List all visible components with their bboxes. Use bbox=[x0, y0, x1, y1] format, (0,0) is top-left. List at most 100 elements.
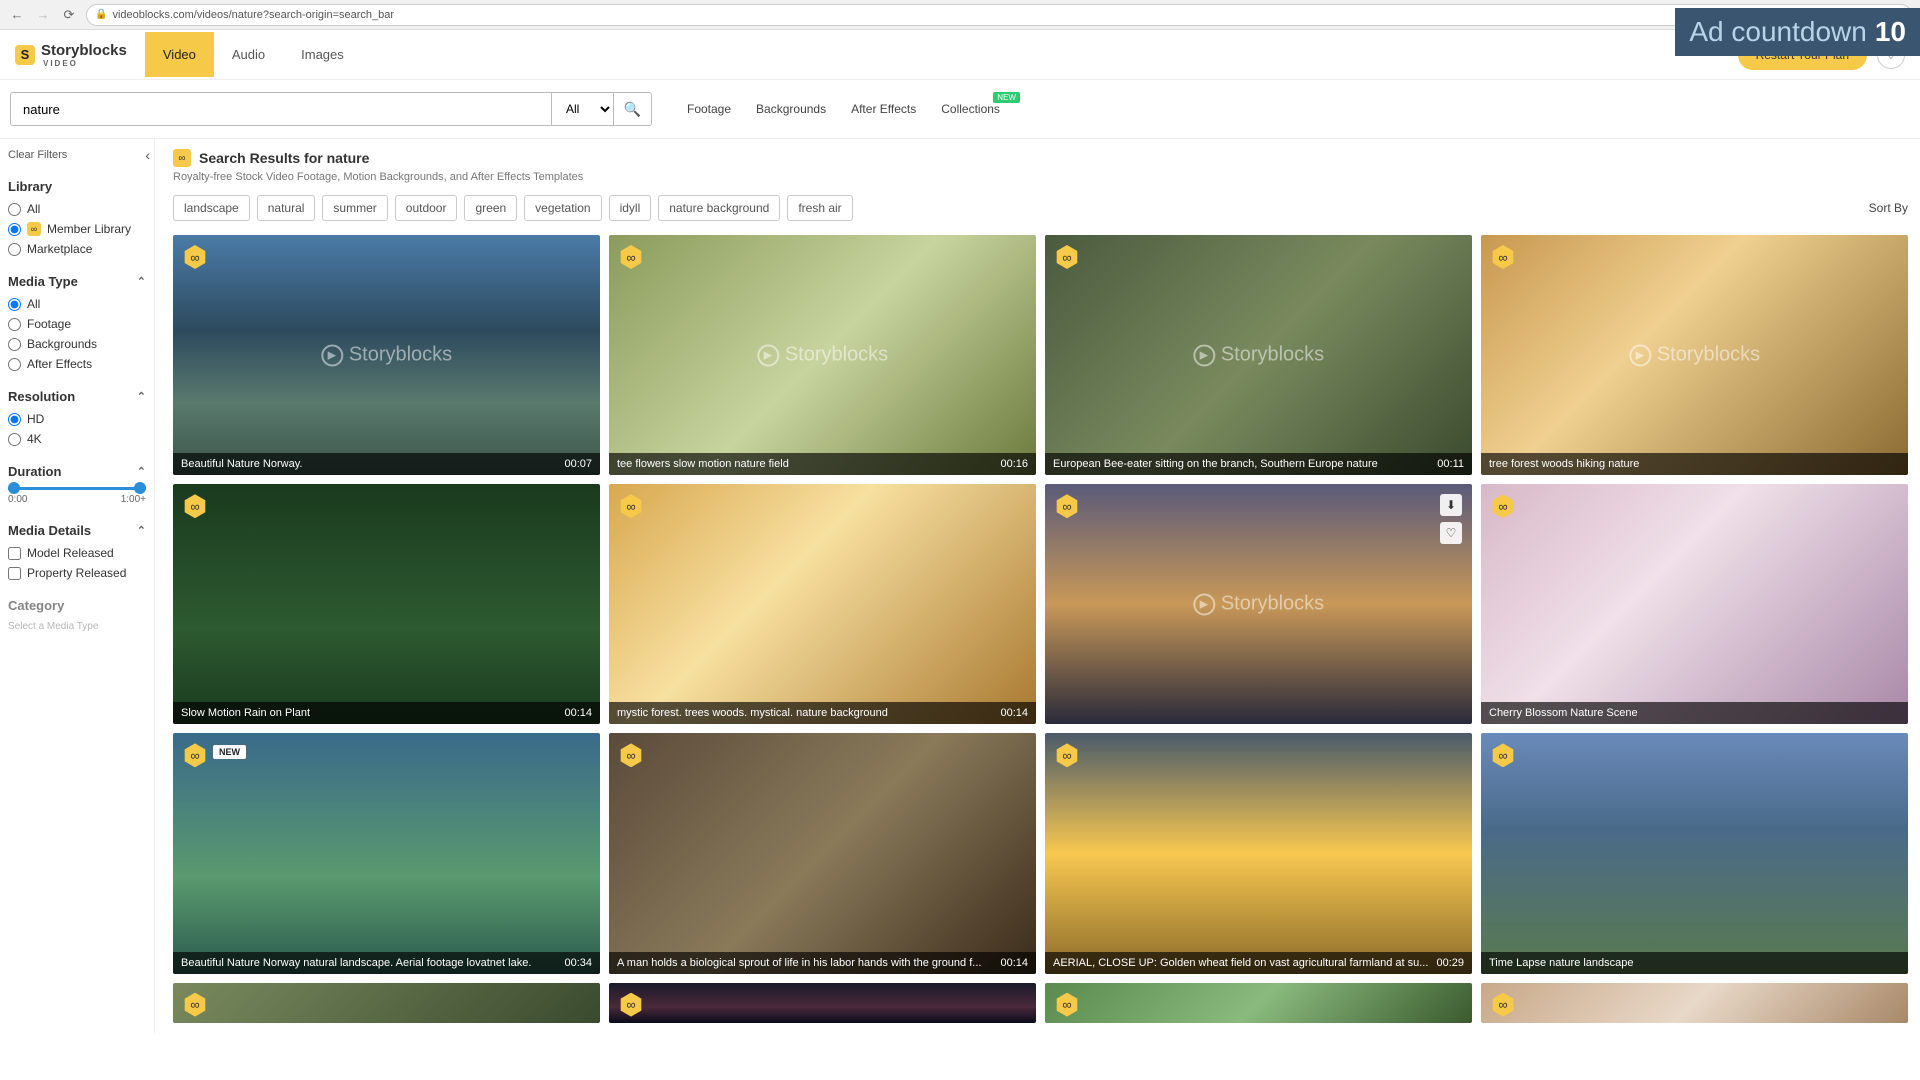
video-card[interactable]: ∞ bbox=[173, 983, 600, 1023]
video-title: Time Lapse nature landscape bbox=[1489, 957, 1892, 969]
infinity-icon: ∞ bbox=[27, 222, 41, 236]
filter-library-title: Library bbox=[8, 179, 146, 194]
ad-count: 10 bbox=[1875, 16, 1906, 48]
video-card[interactable]: ∞▶Storyblockstree forest woods hiking na… bbox=[1481, 235, 1908, 475]
slider-handle-min[interactable] bbox=[8, 482, 20, 494]
filter-resolution-title[interactable]: Resolution ⌃ bbox=[8, 389, 146, 404]
new-badge: NEW bbox=[213, 745, 246, 759]
video-card[interactable]: ∞ bbox=[1481, 983, 1908, 1023]
type-link-after-effects[interactable]: After Effects bbox=[851, 102, 916, 116]
ad-countdown-overlay: Ad countdown 10 bbox=[1675, 8, 1920, 56]
watermark: ▶Storyblocks bbox=[321, 344, 452, 367]
type-link-backgrounds[interactable]: Backgrounds bbox=[756, 102, 826, 116]
media-details-option[interactable]: Model Released bbox=[8, 546, 146, 560]
filter-category-title: Category bbox=[8, 598, 146, 613]
duration-slider[interactable] bbox=[8, 487, 146, 490]
suggested-tag[interactable]: green bbox=[464, 195, 517, 221]
video-card[interactable]: ∞A man holds a biological sprout of life… bbox=[609, 733, 1036, 973]
video-card[interactable]: ∞NEWBeautiful Nature Norway natural land… bbox=[173, 733, 600, 973]
search-filter-select[interactable]: All bbox=[551, 93, 613, 125]
tab-video[interactable]: Video bbox=[145, 32, 214, 77]
video-title: Beautiful Nature Norway natural landscap… bbox=[181, 957, 556, 969]
chevron-up-icon: ⌃ bbox=[137, 524, 146, 537]
resolution-option[interactable]: HD bbox=[8, 412, 146, 426]
video-card[interactable]: ∞▶Storyblockstee flowers slow motion nat… bbox=[609, 235, 1036, 475]
download-icon[interactable]: ⬇ bbox=[1440, 494, 1462, 516]
reload-icon[interactable]: ⟳ bbox=[60, 6, 78, 24]
media-tabs: VideoAudioImages bbox=[145, 32, 362, 77]
infinity-icon: ∞ bbox=[173, 149, 191, 167]
video-grid: ∞▶StoryblocksBeautiful Nature Norway.00:… bbox=[173, 235, 1908, 974]
suggested-tag[interactable]: summer bbox=[322, 195, 387, 221]
logo[interactable]: S Storyblocks VIDEO bbox=[15, 42, 127, 68]
video-card[interactable]: ∞Time Lapse nature landscape bbox=[1481, 733, 1908, 973]
suggested-tag[interactable]: fresh air bbox=[787, 195, 852, 221]
video-card[interactable]: ∞ bbox=[609, 983, 1036, 1023]
collapse-sidebar-icon[interactable]: ‹ bbox=[145, 147, 150, 163]
chevron-up-icon: ⌃ bbox=[137, 275, 146, 288]
video-card[interactable]: ∞Cherry Blossom Nature Scene bbox=[1481, 484, 1908, 724]
video-card[interactable]: ∞ bbox=[1045, 983, 1472, 1023]
library-option[interactable]: All bbox=[8, 202, 146, 216]
video-card[interactable]: ∞▶StoryblocksEuropean Bee-eater sitting … bbox=[1045, 235, 1472, 475]
tab-audio[interactable]: Audio bbox=[214, 32, 283, 77]
heart-icon[interactable]: ♡ bbox=[1440, 522, 1462, 544]
resolution-option[interactable]: 4K bbox=[8, 432, 146, 446]
filter-media-details-title[interactable]: Media Details ⌃ bbox=[8, 523, 146, 538]
video-title: A man holds a biological sprout of life … bbox=[617, 957, 992, 969]
video-card[interactable]: ∞AERIAL, CLOSE UP: Golden wheat field on… bbox=[1045, 733, 1472, 973]
video-title: European Bee-eater sitting on the branch… bbox=[1053, 458, 1429, 470]
search-input[interactable] bbox=[11, 93, 551, 125]
clear-filters-link[interactable]: Clear Filters bbox=[8, 149, 146, 161]
suggested-tag[interactable]: natural bbox=[257, 195, 316, 221]
mediatype-option[interactable]: All bbox=[8, 297, 146, 311]
type-links: Footage Backgrounds After Effects Collectio… bbox=[687, 102, 1000, 116]
video-card[interactable]: ∞Slow Motion Rain on Plant00:14 bbox=[173, 484, 600, 724]
media-details-option[interactable]: Property Released bbox=[8, 566, 146, 580]
video-title: AERIAL, CLOSE UP: Golden wheat field on … bbox=[1053, 957, 1428, 969]
type-link-collections[interactable]: CollectionsNEW bbox=[941, 102, 1000, 116]
video-duration: 00:34 bbox=[564, 957, 592, 969]
mediatype-option[interactable]: After Effects bbox=[8, 357, 146, 371]
filter-media-type-title[interactable]: Media Type ⌃ bbox=[8, 274, 146, 289]
suggested-tag[interactable]: landscape bbox=[173, 195, 250, 221]
video-title: Slow Motion Rain on Plant bbox=[181, 707, 556, 719]
slider-handle-max[interactable] bbox=[134, 482, 146, 494]
video-duration: 00:29 bbox=[1436, 957, 1464, 969]
watermark: ▶Storyblocks bbox=[1629, 344, 1760, 367]
results-heading: Search Results for nature bbox=[199, 150, 369, 166]
suggested-tags: landscape naturalsummer outdoorgreen vegeta… bbox=[173, 195, 1908, 221]
watermark: ▶Storyblocks bbox=[1193, 593, 1324, 616]
suggested-tag[interactable]: idyll bbox=[609, 195, 652, 221]
suggested-tag[interactable]: nature background bbox=[658, 195, 780, 221]
search-button[interactable]: 🔍 bbox=[613, 93, 651, 125]
search-icon: 🔍 bbox=[624, 101, 641, 117]
suggested-tag[interactable]: vegetation bbox=[524, 195, 601, 221]
video-card[interactable]: ∞▶Storyblocks⬇♡ bbox=[1045, 484, 1472, 724]
back-icon[interactable]: ← bbox=[8, 6, 26, 24]
video-card[interactable]: ∞mystic forest. trees woods. mystical. n… bbox=[609, 484, 1036, 724]
video-duration: 00:14 bbox=[1000, 957, 1028, 969]
video-duration: 00:14 bbox=[564, 707, 592, 719]
search-box: All 🔍 bbox=[10, 92, 652, 126]
tab-images[interactable]: Images bbox=[283, 32, 362, 77]
mediatype-option[interactable]: Footage bbox=[8, 317, 146, 331]
library-option[interactable]: ∞Member Library bbox=[8, 222, 146, 236]
video-grid-partial: ∞∞∞∞ bbox=[173, 983, 1908, 1023]
type-link-footage[interactable]: Footage bbox=[687, 102, 731, 116]
video-card[interactable]: ∞▶StoryblocksBeautiful Nature Norway.00:… bbox=[173, 235, 600, 475]
lock-icon: 🔒 bbox=[95, 9, 107, 20]
brand-sub: VIDEO bbox=[43, 59, 127, 68]
ad-label: Ad countdown bbox=[1689, 16, 1866, 48]
video-title: tee flowers slow motion nature field bbox=[617, 458, 992, 470]
watermark: ▶Storyblocks bbox=[757, 344, 888, 367]
library-option[interactable]: Marketplace bbox=[8, 242, 146, 256]
forward-icon[interactable]: → bbox=[34, 6, 52, 24]
mediatype-option[interactable]: Backgrounds bbox=[8, 337, 146, 351]
sort-by-button[interactable]: Sort By bbox=[1869, 201, 1908, 215]
video-duration: 00:14 bbox=[1000, 707, 1028, 719]
url-bar[interactable]: 🔒 videoblocks.com/videos/nature?search-o… bbox=[86, 4, 1912, 26]
suggested-tag[interactable]: outdoor bbox=[395, 195, 458, 221]
filter-duration-title[interactable]: Duration ⌃ bbox=[8, 464, 146, 479]
video-duration: 00:07 bbox=[564, 458, 592, 470]
